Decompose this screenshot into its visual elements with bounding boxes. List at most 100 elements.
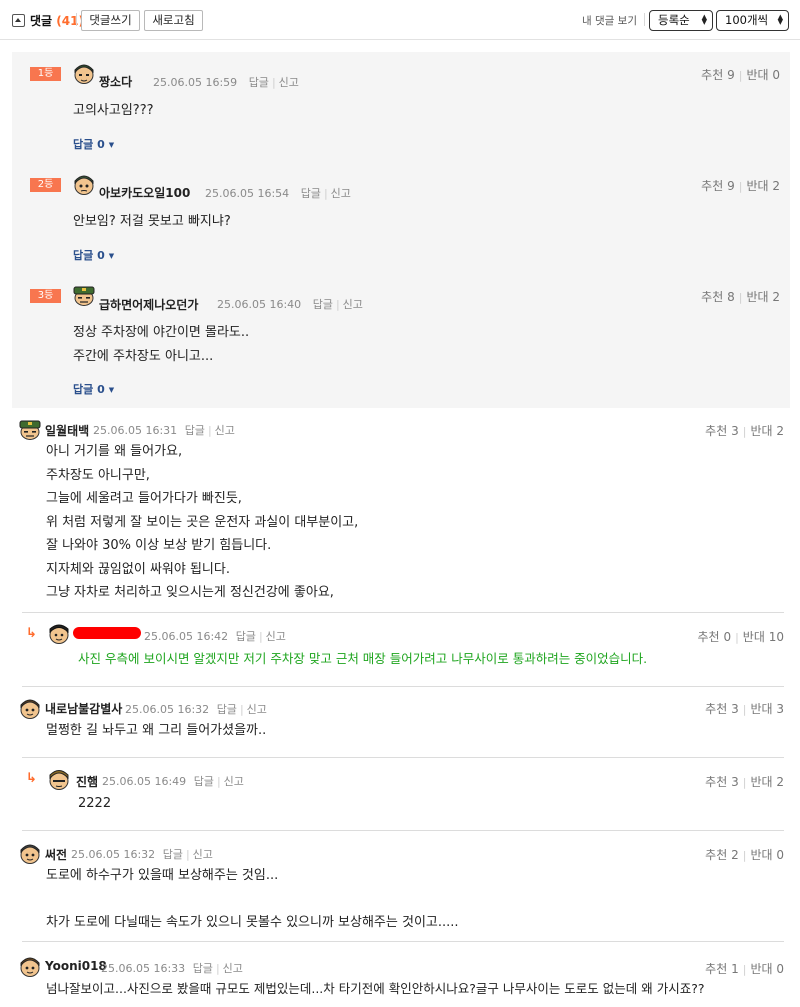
oppose-count: 2	[772, 179, 780, 193]
oppose-count: 3	[776, 702, 784, 716]
recommend-button[interactable]: 추천 9	[701, 179, 735, 193]
comment-line: 안보임? 저걸 못보고 빠지냐?	[73, 214, 231, 229]
sort-select[interactable]: 등록순 ▲ ▼	[649, 10, 713, 31]
comment-line: 차가 도로에 다닐때는 속도가 있으니 못볼수 있으니까 보상해주는 것이고..…	[46, 915, 459, 930]
rank-badge: 1등	[30, 67, 61, 81]
report-link[interactable]: 신고	[247, 703, 267, 716]
reply-toggle-button[interactable]: 답글 0 ▼	[73, 247, 114, 263]
page-size-select[interactable]: 100개씩 ▲ ▼	[716, 10, 789, 31]
comment-line: 넘나잘보이고...사진으로 봤을때 규모도 제법있는데...차 타기전에 확인안…	[46, 981, 705, 996]
comment-line: 아니 거기를 왜 들어가요,	[46, 444, 183, 459]
recommend-button[interactable]: 추천 3	[705, 775, 739, 789]
reply-link[interactable]: 답글	[163, 848, 183, 861]
oppose-button[interactable]: 반대 0	[746, 68, 780, 82]
recommend-button[interactable]: 추천 1	[705, 962, 739, 976]
reply-link[interactable]: 답글	[236, 630, 256, 643]
comment-line: 2222	[78, 796, 112, 811]
reply-toggle-label: 답글 0	[73, 138, 105, 151]
reply-arrow-icon: ↳	[26, 771, 37, 786]
comment-nickname[interactable]: Yooni018	[45, 959, 107, 973]
comment-votes: 추천 2 | 반대 0	[705, 848, 784, 862]
oppose-button[interactable]: 반대 2	[750, 775, 784, 789]
comment-divider	[22, 830, 784, 831]
comment-datetime: 25.06.05 16:59	[153, 76, 238, 89]
reply-link[interactable]: 답글	[301, 187, 321, 200]
officer-avatar-icon	[73, 286, 95, 306]
comment-datetime: 25.06.05 16:32	[71, 848, 156, 861]
report-link[interactable]: 신고	[215, 424, 235, 437]
report-link[interactable]: 신고	[266, 630, 286, 643]
report-link[interactable]: 신고	[193, 848, 213, 861]
reply-link[interactable]: 답글	[193, 962, 213, 975]
comment-nickname[interactable]: 짱소다	[99, 73, 132, 90]
oppose-button[interactable]: 반대 3	[750, 702, 784, 716]
recommend-button[interactable]: 추천 3	[705, 702, 739, 716]
refresh-button[interactable]: 새로고침	[144, 10, 203, 31]
comment-count: (41)	[56, 14, 84, 28]
officer-avatar-icon	[19, 420, 41, 440]
reply-toggle-label: 답글 0	[73, 249, 105, 262]
recommend-count: 2	[731, 848, 739, 862]
comment-datetime: 25.06.05 16:31	[93, 424, 178, 437]
recommend-count: 3	[731, 775, 739, 789]
reply-link[interactable]: 답글	[185, 424, 205, 437]
comment-line: 사진 우측에 보이시면 알겠지만 저기 주차장 맞고 근처 매장 들어가려고 나…	[78, 651, 648, 666]
soldier-avatar-icon	[74, 175, 94, 195]
recommend-button[interactable]: 추천 9	[701, 68, 735, 82]
reply-link[interactable]: 답글	[194, 775, 214, 788]
soldier-avatar-icon	[20, 699, 40, 719]
comment-nickname[interactable]: 내로남불감별사	[45, 700, 122, 717]
caret-down-icon: ▼	[108, 141, 115, 149]
reply-link[interactable]: 답글	[313, 298, 333, 311]
comment-meta: 25.06.05 16:32 답글 | 신고	[125, 703, 267, 716]
oppose-count: 2	[772, 290, 780, 304]
comment-body: 사진 우측에 보이시면 알겠지만 저기 주차장 맞고 근처 매장 들어가려고 나…	[78, 647, 647, 671]
comment-votes: 추천 9 | 반대 0	[701, 68, 780, 82]
report-link[interactable]: 신고	[279, 76, 299, 89]
oppose-button[interactable]: 반대 2	[746, 179, 780, 193]
comment-nickname[interactable]: 진햄	[76, 773, 98, 790]
reply-toggle-label: 답글 0	[73, 383, 105, 396]
oppose-button[interactable]: 반대 2	[750, 424, 784, 438]
sort-select-value: 등록순	[658, 13, 690, 27]
comment-nickname[interactable]: 일월태백	[45, 422, 89, 439]
soldier-avatar-icon	[20, 844, 40, 864]
report-link[interactable]: 신고	[331, 187, 351, 200]
rank-badge: 3등	[30, 289, 61, 303]
recommend-button[interactable]: 추천 3	[705, 424, 739, 438]
comment-toolbar: 댓글 (41) 댓글쓰기 새로고침 내 댓글 보기 등록순 ▲ ▼ 100개씩 ▲…	[0, 0, 800, 40]
comment-nickname[interactable]: 급하면어제나오던가	[99, 296, 198, 313]
reply-toggle-button[interactable]: 답글 0 ▼	[73, 136, 114, 152]
report-link[interactable]: 신고	[224, 775, 244, 788]
reply-toggle-button[interactable]: 답글 0 ▼	[73, 381, 114, 397]
recommend-button[interactable]: 추천 0	[698, 630, 732, 644]
collapse-toggle-icon[interactable]	[12, 14, 25, 27]
reply-link[interactable]: 답글	[249, 76, 269, 89]
oppose-button[interactable]: 반대 0	[750, 848, 784, 862]
oppose-button[interactable]: 반대 0	[750, 962, 784, 976]
comment-divider	[22, 941, 784, 942]
comment-meta: 25.06.05 16:32 답글 | 신고	[71, 848, 213, 861]
comment-meta: 25.06.05 16:59 답글 | 신고	[153, 76, 299, 89]
write-comment-button[interactable]: 댓글쓰기	[81, 10, 140, 31]
comment-title-label: 댓글	[30, 14, 53, 28]
comment-votes: 추천 9 | 반대 2	[701, 179, 780, 193]
comment-line: 주차장도 아니구만,	[46, 467, 150, 483]
caret-down-icon: ▼	[108, 252, 115, 260]
divider	[644, 13, 645, 26]
comment-datetime: 25.06.05 16:54	[205, 187, 290, 200]
report-link[interactable]: 신고	[343, 298, 363, 311]
comment-divider	[22, 686, 784, 687]
my-comments-link[interactable]: 내 댓글 보기	[582, 13, 637, 28]
recommend-button[interactable]: 추천 8	[701, 290, 735, 304]
oppose-button[interactable]: 반대 2	[746, 290, 780, 304]
comment-nickname[interactable]: 아보카도오일100	[99, 184, 190, 201]
comment-votes: 추천 1 | 반대 0	[705, 962, 784, 976]
comment-datetime: 25.06.05 16:33	[101, 962, 186, 975]
report-link[interactable]: 신고	[223, 962, 243, 975]
reply-link[interactable]: 답글	[217, 703, 237, 716]
comment-nickname[interactable]: 써전	[45, 846, 67, 863]
oppose-button[interactable]: 반대 10	[743, 630, 784, 644]
recommend-button[interactable]: 추천 2	[705, 848, 739, 862]
comment-line: 위 처럼 저렇게 잘 보이는 곳은 운전자 과실이 대부분이고,	[46, 514, 359, 530]
